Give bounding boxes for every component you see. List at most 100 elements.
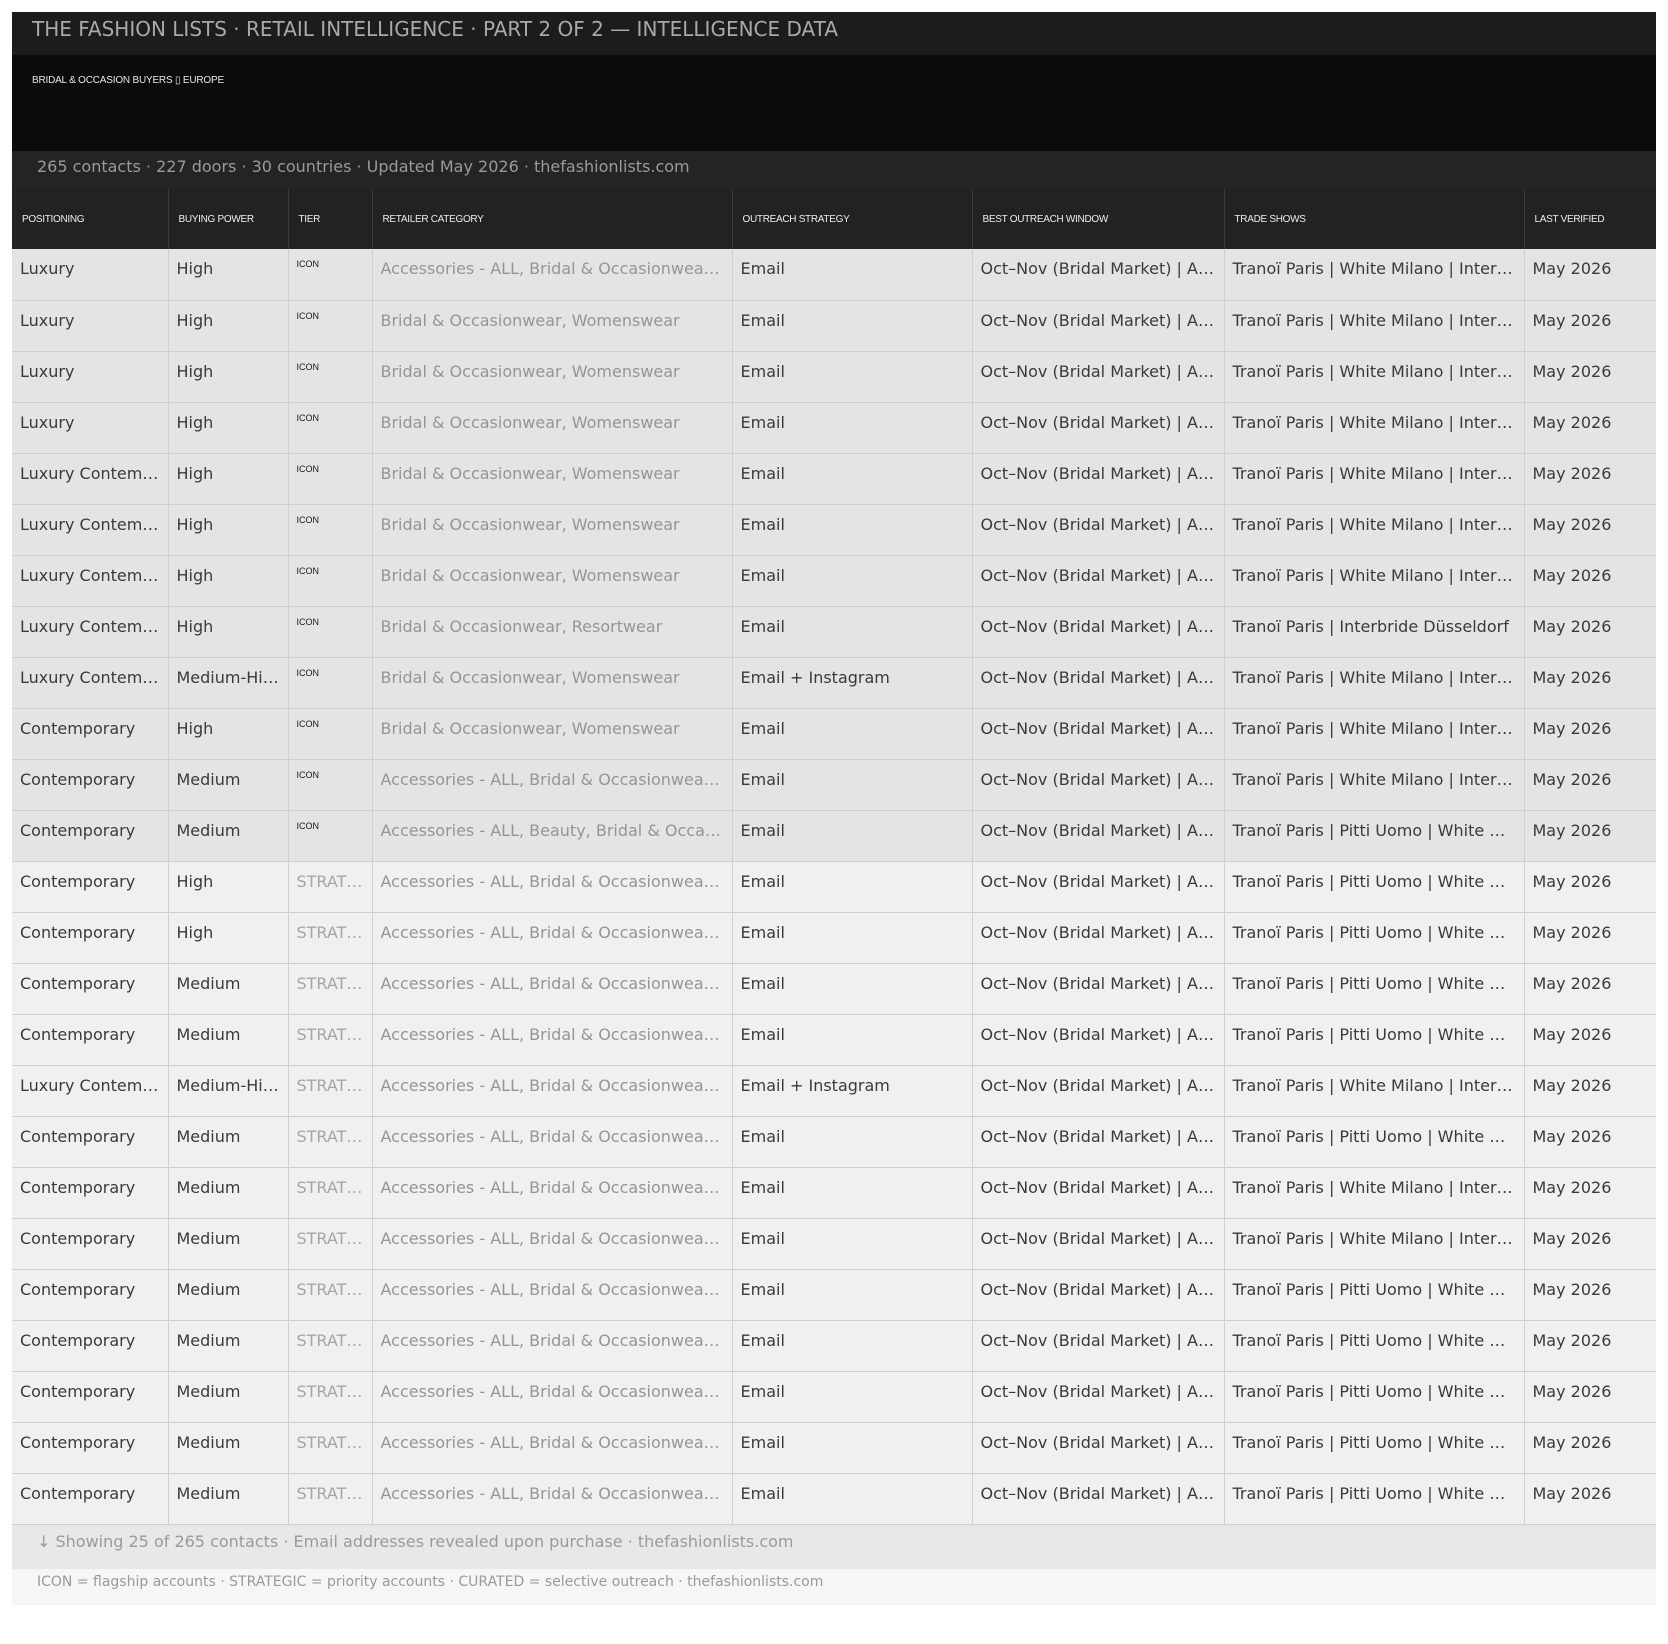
cell-tier: ICON <box>288 402 373 454</box>
cell-outreach-strategy: Email <box>732 1116 973 1168</box>
cell-trade-shows: Tranoï Paris | White Milano | Interbride… <box>1224 759 1525 811</box>
cell-trade-shows: Tranoï Paris | White Milano | Interbride… <box>1224 657 1525 709</box>
cell-buying-power: High <box>168 606 289 658</box>
cell-last-verified: May 2026 <box>1524 657 1656 709</box>
table-row: ContemporaryMediumSTRATEGICAccessories -… <box>12 1014 1656 1066</box>
cell-buying-power: Medium <box>168 1371 289 1423</box>
cell-retailer-category: Accessories - ALL, Bridal & Occasionwear… <box>372 1218 733 1270</box>
cell-buying-power: Medium <box>168 1320 289 1372</box>
table-row: ContemporaryMediumSTRATEGICAccessories -… <box>12 1473 1656 1525</box>
cell-trade-shows: Tranoï Paris | Pitti Uomo | White Milano <box>1224 1371 1525 1423</box>
cell-outreach-strategy: Email <box>732 453 973 505</box>
cell-positioning: Contemporary <box>12 1320 169 1372</box>
table-row: ContemporaryMediumSTRATEGICAccessories -… <box>12 1422 1656 1474</box>
cell-outreach-strategy: Email + Instagram <box>732 1065 973 1117</box>
table-row: ContemporaryMediumSTRATEGICAccessories -… <box>12 1218 1656 1270</box>
column-header-trade-shows: TRADE SHOWS <box>1224 189 1525 249</box>
cell-positioning: Contemporary <box>12 1269 169 1321</box>
cell-outreach-strategy: Email <box>732 1320 973 1372</box>
cell-last-verified: May 2026 <box>1524 912 1656 964</box>
cell-outreach-strategy: Email <box>732 1014 973 1066</box>
cell-retailer-category: Bridal & Occasionwear, Womenswear <box>372 657 733 709</box>
summary-stats: 265 contacts · 227 doors · 30 countries … <box>12 151 1656 189</box>
tier-legend: ICON = flagship accounts · STRATEGIC = p… <box>12 1568 1656 1605</box>
cell-last-verified: May 2026 <box>1524 810 1656 862</box>
cell-buying-power: High <box>168 249 289 301</box>
table-row: Luxury ContemporaryMedium-HighSTRATEGICA… <box>12 1065 1656 1117</box>
cell-retailer-category: Accessories - ALL, Bridal & Occasionwear… <box>372 1320 733 1372</box>
cell-retailer-category: Accessories - ALL, Bridal & Occasionwear… <box>372 963 733 1015</box>
cell-retailer-category: Accessories - ALL, Beauty, Bridal & Occa… <box>372 810 733 862</box>
cell-trade-shows: Tranoï Paris | White Milano | Interbride… <box>1224 249 1525 301</box>
column-header-buying-power: BUYING POWER <box>168 189 289 249</box>
cell-outreach-strategy: Email <box>732 759 973 811</box>
cell-trade-shows: Tranoï Paris | Pitti Uomo | White Milano <box>1224 963 1525 1015</box>
table-row: Luxury ContemporaryHighICONBridal & Occa… <box>12 555 1656 607</box>
cell-tier: STRATEGIC <box>288 1014 373 1066</box>
cell-positioning: Luxury Contemporary <box>12 1065 169 1117</box>
cell-retailer-category: Accessories - ALL, Bridal & Occasionwear… <box>372 1422 733 1474</box>
cell-last-verified: May 2026 <box>1524 555 1656 607</box>
cell-tier: ICON <box>288 351 373 403</box>
cell-best-outreach-window: Oct–Nov (Bridal Market) | Apr–May <box>972 708 1225 760</box>
cell-retailer-category: Accessories - ALL, Bridal & Occasionwear… <box>372 1014 733 1066</box>
cell-retailer-category: Accessories - ALL, Bridal & Occasionwear… <box>372 1269 733 1321</box>
table-row: ContemporaryMediumSTRATEGICAccessories -… <box>12 1371 1656 1423</box>
table-row: ContemporaryHighSTRATEGICAccessories - A… <box>12 861 1656 913</box>
cell-outreach-strategy: Email <box>732 861 973 913</box>
cell-outreach-strategy: Email <box>732 708 973 760</box>
cell-tier: ICON <box>288 810 373 862</box>
cell-buying-power: Medium <box>168 1422 289 1474</box>
cell-retailer-category: Bridal & Occasionwear, Womenswear <box>372 300 733 352</box>
cell-last-verified: May 2026 <box>1524 1218 1656 1270</box>
cell-trade-shows: Tranoï Paris | Pitti Uomo | White Milano <box>1224 1116 1525 1168</box>
cell-trade-shows: Tranoï Paris | Pitti Uomo | White Milano <box>1224 1473 1525 1525</box>
cell-tier: STRATEGIC <box>288 1422 373 1474</box>
cell-retailer-category: Bridal & Occasionwear, Womenswear <box>372 351 733 403</box>
column-header-outreach-strategy: OUTREACH STRATEGY <box>732 189 973 249</box>
table-row: ContemporaryMediumSTRATEGICAccessories -… <box>12 1269 1656 1321</box>
cell-best-outreach-window: Oct–Nov (Bridal Market) | Apr–May <box>972 1269 1225 1321</box>
table-row: Luxury High ICON Bridal & Occasionwear, Wom… <box>12 402 1656 454</box>
cell-last-verified: May 2026 <box>1524 249 1656 301</box>
table-row: ContemporaryMediumSTRATEGICAccessories -… <box>12 1116 1656 1168</box>
cell-buying-power: Medium-High <box>168 657 289 709</box>
cell-last-verified: May 2026 <box>1524 1269 1656 1321</box>
cell-outreach-strategy: Email <box>732 1371 973 1423</box>
cell-positioning: Contemporary <box>12 708 169 760</box>
cell-buying-power: High <box>168 504 289 556</box>
cell-best-outreach-window: Oct–Nov (Bridal Market) | Apr–May <box>972 912 1225 964</box>
table-header-row: POSITIONING BUYING POWER TIER RETAILER CATE… <box>12 189 1656 249</box>
cell-last-verified: May 2026 <box>1524 1473 1656 1525</box>
cell-outreach-strategy: Email <box>732 912 973 964</box>
cell-outreach-strategy: Email <box>732 1473 973 1525</box>
cell-outreach-strategy: Email <box>732 1218 973 1270</box>
cell-buying-power: High <box>168 912 289 964</box>
cell-positioning: Contemporary <box>12 1218 169 1270</box>
cell-last-verified: May 2026 <box>1524 1371 1656 1423</box>
cell-buying-power: High <box>168 555 289 607</box>
cell-best-outreach-window: Oct–Nov (Bridal Market) | Apr–May <box>972 1167 1225 1219</box>
cell-tier: STRATEGIC <box>288 1269 373 1321</box>
contacts-table: POSITIONING BUYING POWER TIER RETAILER CATE… <box>12 189 1656 1525</box>
page-title: THE FASHION LISTS · RETAIL INTELLIGENCE … <box>12 12 1656 55</box>
cell-retailer-category: Accessories - ALL, Bridal & Occasionwear… <box>372 759 733 811</box>
cell-best-outreach-window: Oct–Nov (Bridal Market) | Apr–May <box>972 1320 1225 1372</box>
cell-best-outreach-window: Oct–Nov (Bridal Market) | Apr–May <box>972 759 1225 811</box>
cell-trade-shows: Tranoï Paris | Interbride Düsseldorf <box>1224 606 1525 658</box>
cell-trade-shows: Tranoï Paris | White Milano | Interbride… <box>1224 1065 1525 1117</box>
cell-best-outreach-window: Oct–Nov (Bridal Market) | Apr–May <box>972 1065 1225 1117</box>
cell-retailer-category: Bridal & Occasionwear, Womenswear <box>372 555 733 607</box>
cell-buying-power: Medium <box>168 810 289 862</box>
cell-buying-power: Medium-High <box>168 1065 289 1117</box>
cell-positioning: Luxury Contemporary <box>12 606 169 658</box>
table-row: Contemporary Medium ICON Accessories - ALL,… <box>12 810 1656 862</box>
cell-last-verified: May 2026 <box>1524 1422 1656 1474</box>
cell-tier: STRATEGIC <box>288 861 373 913</box>
table-row: Luxury High ICON Bridal & Occasionwear, Wom… <box>12 351 1656 403</box>
cell-last-verified: May 2026 <box>1524 402 1656 454</box>
table-row: Contemporary High ICON Bridal & Occasionwea… <box>12 708 1656 760</box>
cell-trade-shows: Tranoï Paris | White Milano | Interbride… <box>1224 708 1525 760</box>
column-header-tier: TIER <box>288 189 373 249</box>
cell-best-outreach-window: Oct–Nov (Bridal Market) | Apr–May <box>972 453 1225 505</box>
